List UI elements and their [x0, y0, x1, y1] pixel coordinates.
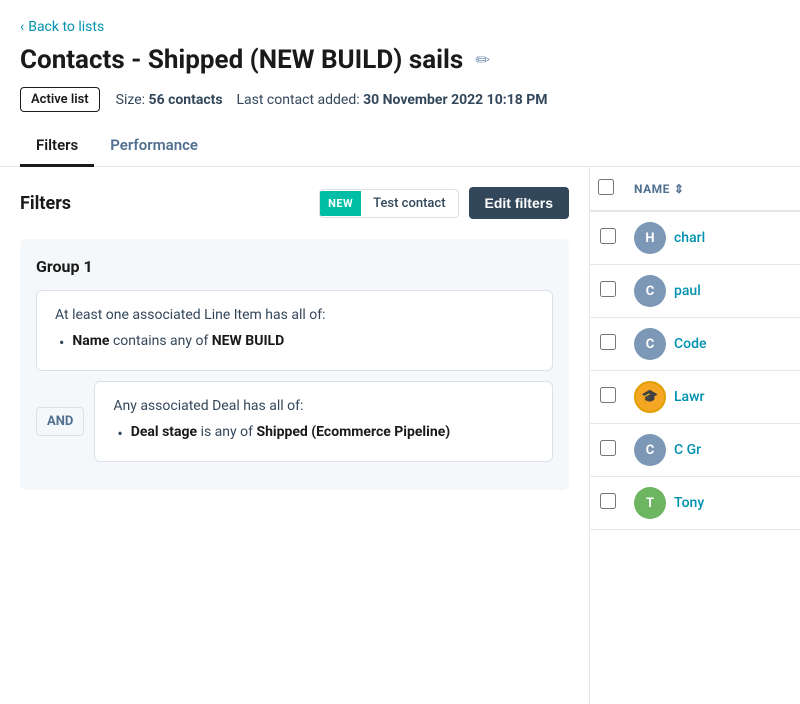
th-checkbox	[590, 167, 626, 211]
filter-key-name: Name	[72, 333, 109, 349]
row-checkbox-cell	[590, 211, 626, 265]
back-chevron: ‹	[20, 19, 24, 35]
filter-operator-contains: contains any of	[113, 333, 212, 349]
page-wrapper: ‹ Back to lists Contacts - Shipped (NEW …	[0, 0, 800, 704]
col-name-label: NAME	[634, 182, 670, 196]
contact-name[interactable]: Code	[674, 336, 706, 352]
contacts-panel: NAME ⇕ HcharlCpaulCCode🎓LawrCC GrTTony	[590, 167, 800, 704]
avatar: C	[634, 275, 666, 307]
table-row: C Code	[590, 318, 800, 371]
test-contact-button[interactable]: NEW Test contact	[319, 189, 458, 218]
contact-name[interactable]: Lawr	[674, 389, 704, 405]
filter-block-1-title: At least one associated Line Item has al…	[55, 307, 534, 323]
row-name-cell: C C Gr	[626, 424, 800, 477]
name-cell-content: T Tony	[634, 487, 792, 519]
title-row: Contacts - Shipped (NEW BUILD) sails ✏	[20, 45, 780, 75]
contacts-tbody: HcharlCpaulCCode🎓LawrCC GrTTony	[590, 211, 800, 530]
row-name-cell: C Code	[626, 318, 800, 371]
filter-block-deal: Any associated Deal has all of: Deal sta…	[94, 381, 553, 462]
row-checkbox-cell	[590, 318, 626, 371]
filter-value-new-build: NEW BUILD	[212, 333, 284, 349]
avatar: C	[634, 328, 666, 360]
table-row: T Tony	[590, 477, 800, 530]
filter-item-name: Name contains any of NEW BUILD	[55, 333, 534, 354]
name-cell-content: Cpaul	[634, 275, 792, 307]
contact-name[interactable]: C Gr	[674, 442, 701, 458]
contacts-table: NAME ⇕ HcharlCpaulCCode🎓LawrCC GrTTony	[590, 167, 800, 530]
test-contact-label: Test contact	[361, 190, 457, 217]
group-title: Group 1	[36, 257, 553, 276]
last-added-label: Last contact added:	[236, 92, 359, 108]
row-checkbox[interactable]	[600, 334, 616, 350]
row-checkbox[interactable]	[600, 493, 616, 509]
name-cell-content: Hcharl	[634, 222, 792, 254]
row-checkbox[interactable]	[600, 440, 616, 456]
edit-title-icon[interactable]: ✏	[475, 50, 490, 71]
filters-panel-title: Filters	[20, 193, 71, 214]
tabs-row: Filters Performance	[20, 126, 780, 166]
row-checkbox-cell	[590, 371, 626, 424]
sort-icon[interactable]: ⇕	[674, 182, 685, 196]
size-label: Size:	[116, 92, 145, 108]
filters-header: Filters NEW Test contact Edit filters	[20, 187, 569, 219]
meta-row: Active list Size: 56 contacts Last conta…	[20, 87, 780, 112]
last-added-value: 30 November 2022 10:18 PM	[363, 92, 547, 108]
name-cell-content: 🎓 Lawr	[634, 381, 792, 413]
row-checkbox-cell	[590, 477, 626, 530]
filters-actions: NEW Test contact Edit filters	[319, 187, 569, 219]
back-link-label: Back to lists	[28, 19, 104, 35]
tab-filters[interactable]: Filters	[20, 126, 94, 167]
filter-block-line-item: At least one associated Line Item has al…	[36, 290, 553, 371]
filter-operator-is-any: is any of	[201, 424, 257, 440]
and-connector: AND Any associated Deal has all of: Deal…	[36, 381, 553, 462]
filter-block-2-title: Any associated Deal has all of:	[113, 398, 534, 414]
size-value: 56 contacts	[149, 92, 223, 108]
name-cell-content: C C Gr	[634, 434, 792, 466]
row-checkbox-cell	[590, 424, 626, 477]
row-name-cell: 🎓 Lawr	[626, 371, 800, 424]
back-to-lists-link[interactable]: ‹ Back to lists	[20, 19, 104, 35]
select-all-checkbox[interactable]	[598, 179, 614, 195]
row-checkbox[interactable]	[600, 281, 616, 297]
and-label-wrap: AND	[36, 381, 84, 462]
table-row: Hcharl	[590, 211, 800, 265]
table-row: Cpaul	[590, 265, 800, 318]
filter-value-shipped: Shipped (Ecommerce Pipeline)	[256, 424, 450, 440]
active-list-badge: Active list	[20, 87, 100, 112]
table-row: C C Gr	[590, 424, 800, 477]
tab-performance[interactable]: Performance	[94, 126, 214, 167]
avatar: T	[634, 487, 666, 519]
name-cell-content: C Code	[634, 328, 792, 360]
and-label: AND	[36, 407, 84, 436]
table-header-row: NAME ⇕	[590, 167, 800, 211]
edit-filters-button[interactable]: Edit filters	[469, 187, 569, 219]
row-checkbox[interactable]	[600, 228, 616, 244]
th-name: NAME ⇕	[626, 167, 800, 211]
contact-name[interactable]: Tony	[674, 495, 704, 511]
filter-group-1: Group 1 At least one associated Line Ite…	[20, 239, 569, 490]
filters-panel: Filters NEW Test contact Edit filters Gr…	[0, 167, 590, 704]
row-checkbox[interactable]	[600, 387, 616, 403]
avatar: C	[634, 434, 666, 466]
filter-item-deal-stage: Deal stage is any of Shipped (Ecommerce …	[113, 424, 534, 445]
contact-name[interactable]: charl	[674, 230, 705, 246]
new-badge: NEW	[320, 191, 361, 216]
contact-name[interactable]: paul	[674, 283, 701, 299]
avatar: 🎓	[634, 381, 666, 413]
row-name-cell: Hcharl	[626, 211, 800, 265]
filter-key-deal-stage: Deal stage	[131, 424, 197, 440]
header: ‹ Back to lists Contacts - Shipped (NEW …	[0, 0, 800, 167]
page-title: Contacts - Shipped (NEW BUILD) sails	[20, 45, 463, 75]
list-size-meta: Size: 56 contacts Last contact added: 30…	[116, 92, 548, 108]
row-name-cell: T Tony	[626, 477, 800, 530]
table-row: 🎓 Lawr	[590, 371, 800, 424]
row-checkbox-cell	[590, 265, 626, 318]
body-layout: Filters NEW Test contact Edit filters Gr…	[0, 167, 800, 704]
avatar: H	[634, 222, 666, 254]
row-name-cell: Cpaul	[626, 265, 800, 318]
